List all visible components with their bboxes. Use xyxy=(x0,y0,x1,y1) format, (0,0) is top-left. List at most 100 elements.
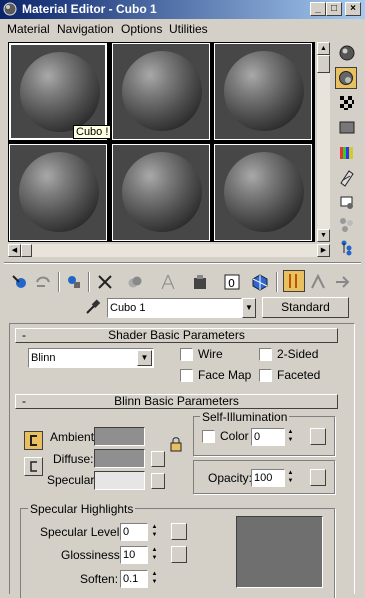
material-type-button[interactable]: Standard xyxy=(262,297,349,318)
make-unique-icon[interactable] xyxy=(158,272,178,292)
opacity-value-field[interactable]: 100 xyxy=(251,469,285,487)
scroll-up-arrow-icon[interactable]: ▲ xyxy=(317,42,330,55)
sample-slot-4[interactable] xyxy=(9,144,107,241)
opacity-map-button[interactable] xyxy=(310,469,326,486)
scroll-right-arrow-icon[interactable]: ▶ xyxy=(317,244,330,257)
horizontal-scroll-thumb[interactable] xyxy=(21,244,32,257)
self-illum-map-button[interactable] xyxy=(310,428,326,445)
background-checker-icon[interactable] xyxy=(337,93,357,113)
blinn-basic-parameters-header[interactable]: - Blinn Basic Parameters xyxy=(15,394,338,409)
go-to-parent-icon[interactable] xyxy=(308,272,328,292)
soften-spinner-icon[interactable]: ▲ ▼ xyxy=(150,570,159,588)
reset-icon[interactable] xyxy=(95,272,115,292)
self-illum-color-checkbox[interactable] xyxy=(202,430,215,443)
assign-to-selection-icon[interactable] xyxy=(64,272,84,292)
sample-type-sphere-icon[interactable] xyxy=(337,43,357,63)
put-to-scene-icon[interactable] xyxy=(33,272,53,292)
material-map-navigator-icon[interactable] xyxy=(337,238,357,258)
self-illum-value-field[interactable]: 0 xyxy=(251,428,285,446)
shader-dropdown-arrow-icon[interactable]: ▼ xyxy=(137,350,152,366)
rollout-title: Blinn Basic Parameters xyxy=(114,394,239,408)
sample-slot-5[interactable] xyxy=(112,144,210,241)
separator xyxy=(58,272,60,292)
make-copy-icon[interactable] xyxy=(125,272,145,292)
menu-utilities[interactable]: Utilities xyxy=(169,22,208,36)
pick-material-from-object-eyedropper-icon[interactable] xyxy=(82,297,102,317)
maximize-button[interactable]: □ xyxy=(326,2,342,16)
specular-map-button[interactable] xyxy=(151,473,165,489)
two-sided-checkbox[interactable] xyxy=(259,348,272,361)
minimize-button[interactable]: _ xyxy=(310,2,326,16)
make-preview-icon[interactable] xyxy=(337,168,357,188)
menu-navigation[interactable]: Navigation xyxy=(57,22,114,36)
sample-slot-3[interactable] xyxy=(214,43,312,140)
material-sphere xyxy=(20,52,100,132)
show-end-result-icon[interactable] xyxy=(283,270,305,292)
show-map-in-viewport-icon[interactable] xyxy=(250,272,270,292)
diffuse-color-swatch[interactable] xyxy=(94,449,145,468)
scroll-down-arrow-icon[interactable]: ▼ xyxy=(317,229,330,242)
shader-basic-parameters-header[interactable]: - Shader Basic Parameters xyxy=(15,328,338,343)
material-name-dropdown-arrow-icon[interactable]: ▼ xyxy=(242,298,256,318)
separator xyxy=(4,262,361,264)
material-sphere xyxy=(224,152,304,232)
glossiness-field[interactable]: 10 xyxy=(120,546,148,564)
soften-label: Soften: xyxy=(80,572,119,586)
self-illumination-label: Self-Illumination xyxy=(200,410,290,424)
glossiness-spinner-icon[interactable]: ▲ ▼ xyxy=(150,546,159,564)
window-title: Material Editor - Cubo 1 xyxy=(22,2,157,16)
faceted-checkbox[interactable] xyxy=(259,369,272,382)
vertical-scroll-thumb[interactable] xyxy=(317,55,330,73)
specular-level-field[interactable]: 0 xyxy=(120,523,148,541)
opacity-spinner-icon[interactable]: ▲ ▼ xyxy=(286,469,295,487)
video-color-check-icon[interactable] xyxy=(337,143,357,163)
self-illum-spinner-icon[interactable]: ▲ ▼ xyxy=(286,428,295,446)
vertical-scrollbar[interactable]: ▲ ▼ xyxy=(317,42,330,242)
go-forward-icon[interactable] xyxy=(332,272,352,292)
material-name-field[interactable]: Cubo 1 xyxy=(107,298,242,318)
highlight-curve-preview xyxy=(236,516,323,588)
glossiness-label: Glossiness: xyxy=(61,548,124,562)
separator xyxy=(276,272,278,292)
lock-diffuse-specular-icon[interactable] xyxy=(24,457,43,476)
ambient-color-swatch[interactable] xyxy=(94,427,145,446)
diffuse-map-button[interactable] xyxy=(151,451,165,467)
sample-slots-grid xyxy=(8,42,315,242)
specular-level-spinner-icon[interactable]: ▲ ▼ xyxy=(150,523,159,541)
material-sphere xyxy=(122,51,202,131)
specular-highlights-label: Specular Highlights xyxy=(28,502,136,516)
menu-material[interactable]: Material xyxy=(7,22,50,36)
specular-level-label: Specular Level: xyxy=(40,525,123,539)
soften-field[interactable]: 0.1 xyxy=(120,570,148,588)
wire-checkbox[interactable] xyxy=(180,348,193,361)
sample-slot-2[interactable] xyxy=(112,43,210,140)
lock-ambient-diffuse-icon[interactable] xyxy=(24,431,43,450)
face-map-checkbox[interactable] xyxy=(180,369,193,382)
menu-options[interactable]: Options xyxy=(121,22,162,36)
material-effects-channel-icon[interactable]: 0 xyxy=(222,272,242,292)
opacity-label: Opacity: xyxy=(208,471,253,485)
title-bar[interactable]: Material Editor - Cubo 1 _ □ × xyxy=(0,0,365,19)
backlight-icon[interactable] xyxy=(335,67,357,89)
two-sided-label: 2-Sided xyxy=(277,347,319,361)
slot-tooltip: Cubo ! xyxy=(73,125,112,139)
put-to-library-icon[interactable] xyxy=(190,272,210,292)
horizontal-scrollbar[interactable]: ◀ ▶ xyxy=(8,244,330,257)
specular-level-map-button[interactable] xyxy=(171,523,187,540)
material-sphere xyxy=(19,152,99,232)
lock-color-map-icon[interactable] xyxy=(168,436,184,452)
sample-uv-tiling-icon[interactable] xyxy=(337,118,357,138)
select-by-material-icon[interactable] xyxy=(337,215,357,235)
ambient-label: Ambient: xyxy=(50,430,98,444)
get-material-icon[interactable] xyxy=(10,272,30,292)
options-icon[interactable] xyxy=(337,192,357,212)
separator xyxy=(88,272,90,292)
glossiness-map-button[interactable] xyxy=(171,546,187,563)
shader-type-select[interactable]: Blinn xyxy=(28,348,154,368)
specular-color-swatch[interactable] xyxy=(94,471,145,490)
scroll-left-arrow-icon[interactable]: ◀ xyxy=(8,244,21,257)
specular-label: Specular: xyxy=(47,473,98,487)
sample-slot-6[interactable] xyxy=(214,144,312,241)
close-button[interactable]: × xyxy=(345,2,361,16)
collapse-indicator: - xyxy=(22,328,26,342)
